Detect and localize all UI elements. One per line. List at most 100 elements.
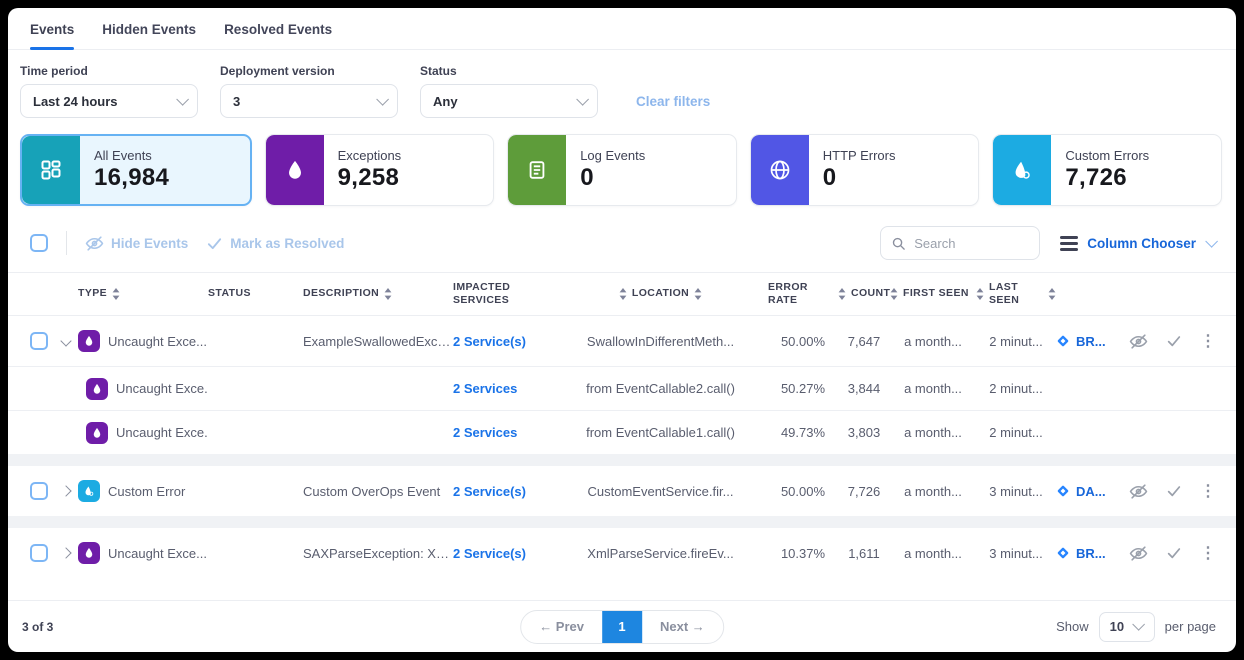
card-body: HTTP Errors 0: [809, 135, 910, 205]
resolve-event-icon[interactable]: [1166, 333, 1182, 349]
card-all-events[interactable]: All Events 16,984: [20, 134, 252, 206]
row-actions: ⋮: [1128, 331, 1222, 351]
row-checkbox[interactable]: [30, 544, 48, 562]
card-log-events[interactable]: Log Events 0: [507, 134, 737, 206]
jira-ticket-link[interactable]: BR...: [1056, 546, 1128, 561]
type-cell: Uncaught Exce...: [78, 422, 208, 444]
sort-icon[interactable]: [694, 288, 702, 300]
header-count[interactable]: COUNT: [838, 287, 890, 300]
type-label: Custom Error: [108, 484, 185, 499]
card-value: 9,258: [338, 164, 402, 192]
card-body: Exceptions 9,258: [324, 135, 416, 205]
current-page-button[interactable]: 1: [602, 611, 642, 643]
mark-resolved-button[interactable]: Mark as Resolved: [206, 235, 344, 252]
prev-page-button[interactable]: ← Prev: [521, 611, 602, 643]
select-all-checkbox[interactable]: [30, 234, 48, 252]
hide-events-button[interactable]: Hide Events: [85, 234, 188, 253]
location-cell: XmlParseService.fireEv...: [553, 546, 768, 561]
services-link[interactable]: 2 Service(s): [453, 484, 553, 499]
sort-icon[interactable]: [112, 288, 120, 300]
per-page-value: 10: [1110, 619, 1124, 634]
flame-icon: [266, 135, 324, 205]
header-impacted-services[interactable]: IMPACTED SERVICES: [453, 281, 525, 307]
table-row[interactable]: Uncaught Exce... ExampleSwallowedExcepti…: [8, 316, 1236, 366]
per-page-control: Show 10 per page: [1056, 612, 1216, 642]
card-exceptions[interactable]: Exceptions 9,258: [265, 134, 495, 206]
stat-cards: All Events 16,984 Exceptions 9,258 Log E…: [8, 128, 1236, 220]
hide-event-icon[interactable]: [1129, 482, 1148, 501]
services-link[interactable]: 2 Services: [453, 425, 553, 440]
table-toolbar: Hide Events Mark as Resolved Column Choo…: [8, 220, 1236, 272]
header-description[interactable]: DESCRIPTION: [303, 287, 453, 300]
header-type[interactable]: TYPE: [78, 287, 208, 300]
card-value: 0: [823, 164, 896, 192]
first-seen-cell: a month...: [890, 546, 976, 561]
row-menu-icon[interactable]: ⋮: [1200, 481, 1216, 501]
table-row[interactable]: Uncaught Exce... SAXParseException: XML …: [8, 528, 1236, 578]
card-value: 0: [580, 164, 645, 192]
tab-hidden-events[interactable]: Hidden Events: [102, 22, 196, 49]
tab-resolved-events[interactable]: Resolved Events: [224, 22, 332, 49]
hide-events-label: Hide Events: [111, 236, 188, 251]
status-select[interactable]: Any: [420, 84, 598, 118]
expand-row-icon[interactable]: [60, 485, 71, 496]
status-filter: Status Any: [420, 64, 598, 118]
sort-icon[interactable]: [838, 288, 846, 300]
resolve-event-icon[interactable]: [1166, 545, 1182, 561]
collapse-row-icon[interactable]: [60, 335, 71, 346]
header-location[interactable]: LOCATION: [553, 287, 768, 300]
card-label: Custom Errors: [1065, 148, 1149, 163]
expand-row-icon[interactable]: [60, 547, 71, 558]
sort-icon[interactable]: [619, 288, 627, 300]
last-seen-cell: 2 minut...: [976, 425, 1056, 440]
table-footer: 3 of 3 ← Prev 1 Next → Show 10 per page: [8, 600, 1236, 652]
row-checkbox[interactable]: [30, 482, 48, 500]
header-first-seen[interactable]: FIRST SEEN: [890, 287, 976, 300]
resolve-event-icon[interactable]: [1166, 483, 1182, 499]
ticket-label: BR...: [1076, 334, 1106, 349]
tab-events[interactable]: Events: [30, 22, 74, 49]
table-row[interactable]: Custom Error Custom OverOps Event 2 Serv…: [8, 466, 1236, 516]
next-page-button[interactable]: Next →: [642, 611, 723, 643]
row-group-separator: [8, 454, 1236, 466]
jira-ticket-link[interactable]: BR...: [1056, 334, 1128, 349]
sort-icon[interactable]: [384, 288, 392, 300]
table-subrow[interactable]: Uncaught Exce... 2 Services from EventCa…: [8, 366, 1236, 410]
deployment-version-label: Deployment version: [220, 64, 398, 78]
chevron-down-icon: [1205, 235, 1218, 248]
check-icon: [206, 235, 223, 252]
search-input[interactable]: [914, 236, 1024, 251]
table-subrow[interactable]: Uncaught Exce... 2 Services from EventCa…: [8, 410, 1236, 454]
sort-icon[interactable]: [976, 288, 984, 300]
count-cell: 1,611: [838, 546, 890, 561]
column-chooser-button[interactable]: Column Chooser: [1060, 236, 1214, 251]
services-link[interactable]: 2 Services: [453, 381, 553, 396]
card-body: All Events 16,984: [80, 136, 183, 204]
deployment-version-select[interactable]: 3: [220, 84, 398, 118]
time-period-select[interactable]: Last 24 hours: [20, 84, 198, 118]
error-rate-cell: 50.27%: [768, 381, 838, 396]
header-status[interactable]: STATUS: [208, 287, 303, 300]
per-page-select[interactable]: 10: [1099, 612, 1155, 642]
card-http-errors[interactable]: HTTP Errors 0: [750, 134, 980, 206]
time-period-filter: Time period Last 24 hours: [20, 64, 198, 118]
row-menu-icon[interactable]: ⋮: [1200, 543, 1216, 563]
hide-event-icon[interactable]: [1129, 332, 1148, 351]
header-error-rate[interactable]: ERROR RATE: [768, 281, 814, 307]
search-box: [880, 226, 1040, 260]
services-link[interactable]: 2 Service(s): [453, 334, 553, 349]
services-link[interactable]: 2 Service(s): [453, 546, 553, 561]
row-checkbox[interactable]: [30, 332, 48, 350]
hide-event-icon[interactable]: [1129, 544, 1148, 563]
header-last-seen[interactable]: LAST SEEN: [976, 281, 1056, 307]
row-menu-icon[interactable]: ⋮: [1200, 331, 1216, 351]
sort-icon[interactable]: [890, 288, 898, 300]
grid-icon: [22, 136, 80, 204]
sort-icon[interactable]: [1048, 288, 1056, 300]
eye-slash-icon: [85, 234, 104, 253]
card-custom-errors[interactable]: Custom Errors 7,726: [992, 134, 1222, 206]
clear-filters-button[interactable]: Clear filters: [636, 94, 710, 109]
row-group-separator: [8, 516, 1236, 528]
error-rate-cell: 50.00%: [768, 334, 838, 349]
jira-ticket-link[interactable]: DA...: [1056, 484, 1128, 499]
